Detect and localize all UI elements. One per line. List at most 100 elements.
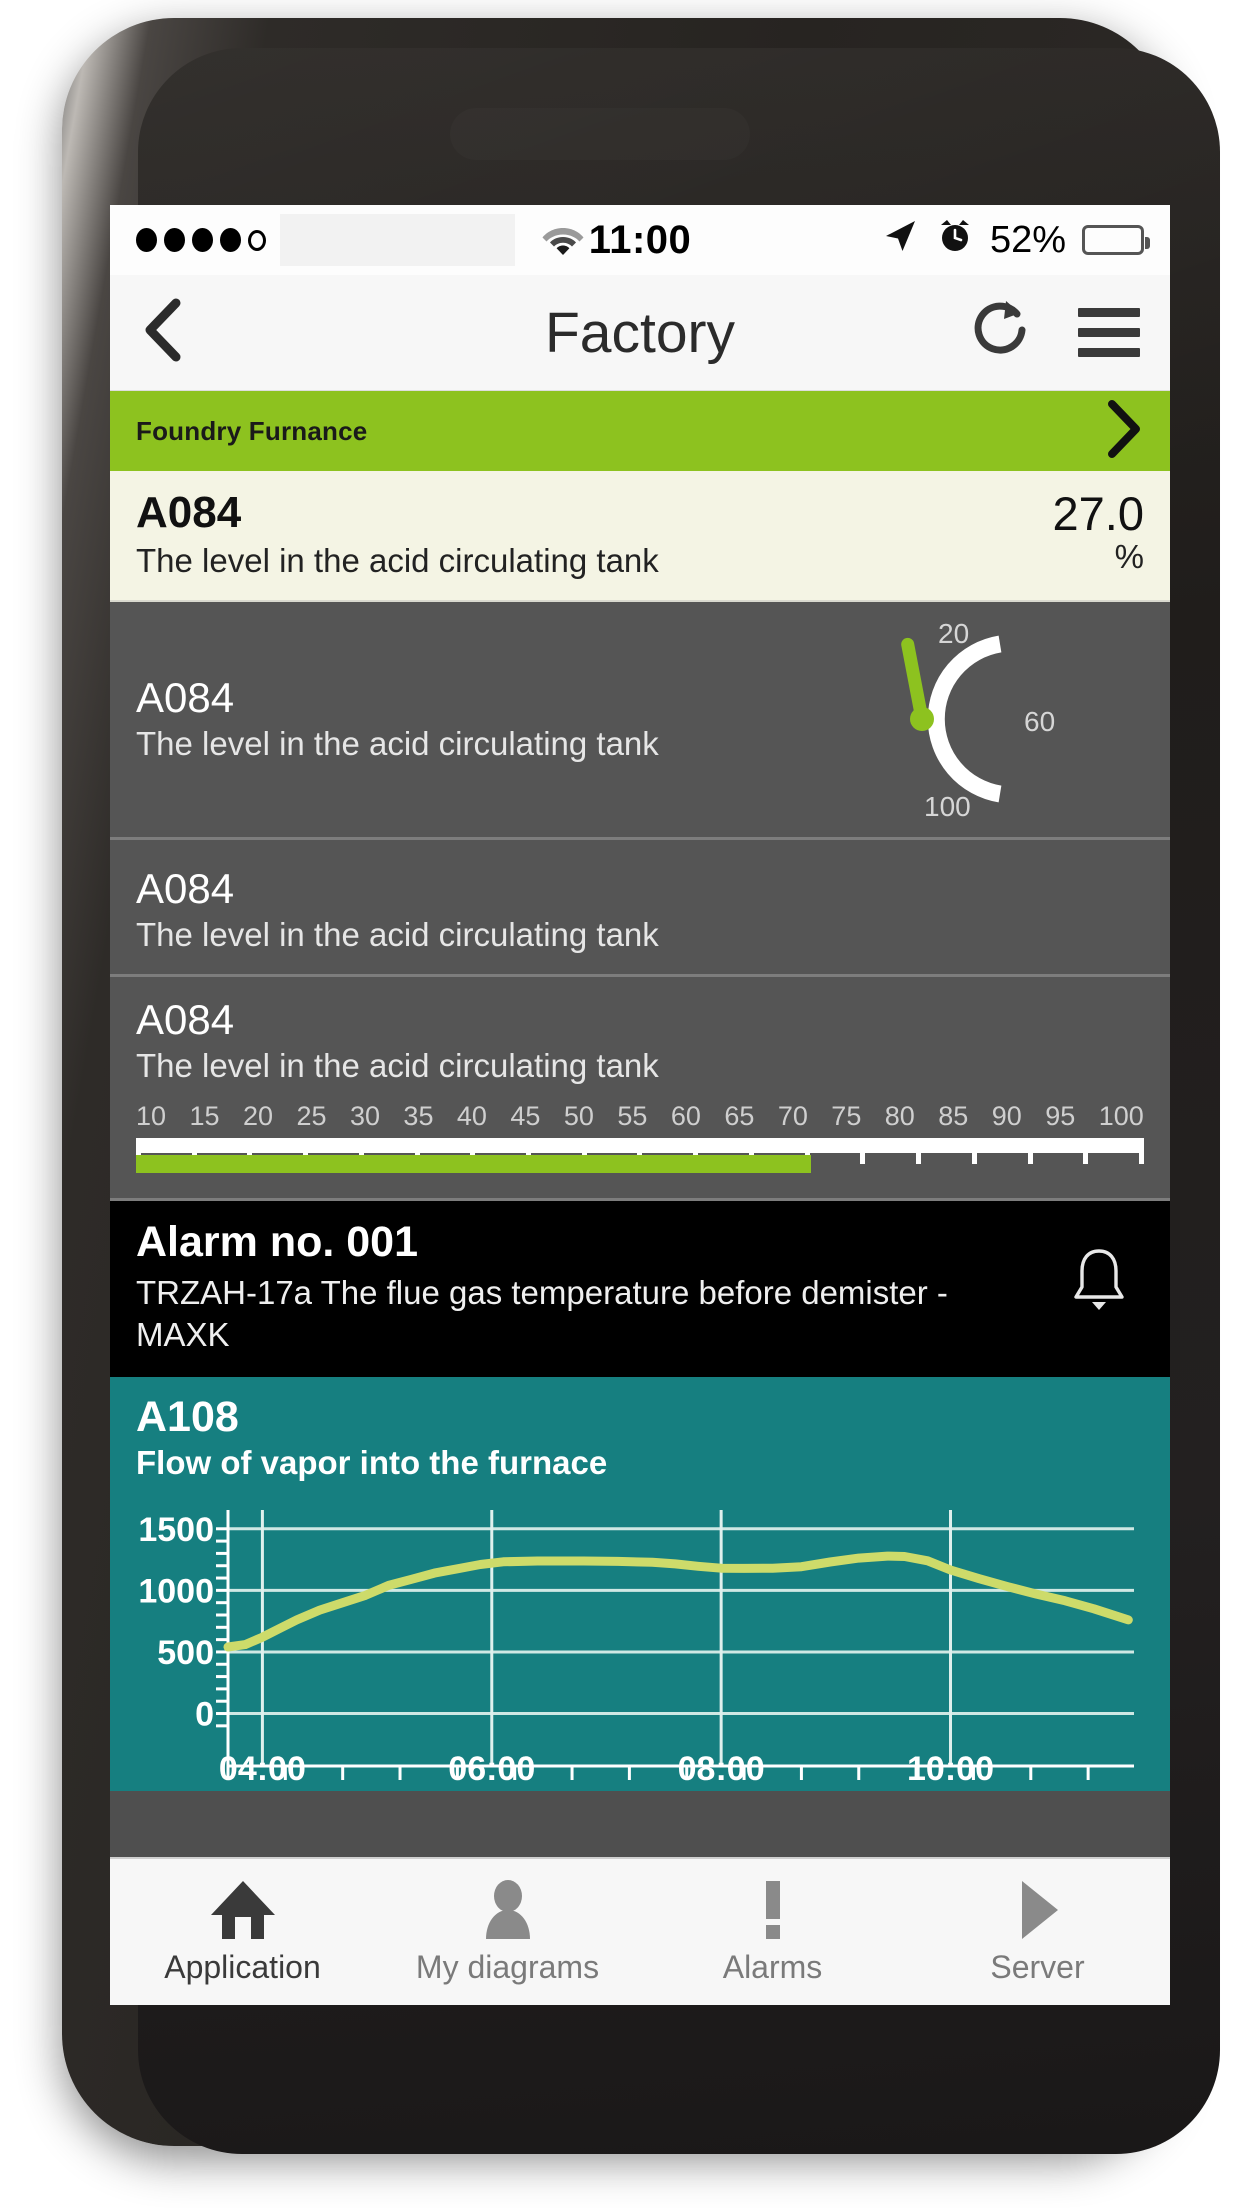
gauge-label-20: 20 — [938, 617, 970, 649]
navigation-bar: Factory — [110, 275, 1170, 391]
scale-tick: 40 — [456, 1100, 487, 1131]
tag-gauge-card-text: A084 The level in the acid circulating t… — [136, 673, 864, 763]
battery-percent-label: 52% — [989, 218, 1066, 261]
scale-tick-mark — [1083, 1137, 1089, 1164]
scale-tick-mark — [1027, 1137, 1033, 1164]
chevron-right-icon — [1104, 399, 1144, 463]
tab-server[interactable]: Server — [905, 1859, 1170, 2005]
tag-description: The level in the acid circulating tank — [136, 725, 659, 763]
chart-xtick-label: 10:00 — [907, 1750, 994, 1786]
scale-tick: 65 — [724, 1100, 755, 1131]
screenshot-stage: 11:00 52% Factory Foundry Furnance A084 … — [0, 0, 1242, 2208]
hamburger-menu-icon — [1078, 328, 1140, 337]
gauge-label-100: 100 — [924, 790, 971, 822]
scale-tick: 10 — [136, 1100, 167, 1131]
earpiece-speaker — [450, 108, 750, 160]
tag-code: A084 — [136, 864, 235, 912]
exclamation-icon — [760, 1879, 786, 1941]
tag-plain-card[interactable]: A084 The level in the acid circulating t… — [110, 839, 1170, 977]
gauge-svg — [901, 635, 1002, 802]
tab-label: My diagrams — [415, 1948, 600, 1985]
scale-tick: 45 — [510, 1100, 541, 1131]
back-button[interactable] — [140, 298, 200, 367]
status-bar-right-group: 52% — [880, 216, 1150, 265]
signal-strength-dots — [136, 228, 266, 252]
scale-fill-indicator — [136, 1154, 812, 1173]
content-scroll-area[interactable]: Foundry Furnance A084 The level in the a… — [110, 391, 1170, 1857]
trend-chart-card[interactable]: A108 Flow of vapor into the furnace 0 500… — [110, 1377, 1170, 1791]
group-header-foundry-furnance[interactable]: Foundry Furnance — [110, 391, 1170, 471]
group-header-label: Foundry Furnance — [136, 415, 368, 446]
scale-tick: 50 — [563, 1100, 594, 1131]
tag-code: A084 — [136, 673, 235, 721]
chevron-left-icon — [140, 298, 186, 367]
tag-code: A108 — [136, 1393, 239, 1442]
tag-value: 27.0 — [1052, 487, 1144, 540]
signal-dot-empty — [248, 229, 266, 251]
chart-xtick-label: 08:00 — [678, 1750, 765, 1786]
signal-dot — [136, 228, 157, 252]
refresh-icon — [970, 301, 1032, 367]
alarm-acknowledge-button[interactable] — [1054, 1219, 1144, 1320]
scale-tick: 75 — [831, 1100, 862, 1131]
tag-description: The level in the acid circulating tank — [136, 541, 659, 579]
signal-dot — [192, 228, 213, 252]
chart-xtick-label: 04:00 — [219, 1750, 306, 1786]
hamburger-menu-icon — [1078, 308, 1140, 317]
chart-ytick-label: 0 — [195, 1695, 214, 1733]
scale-tick-mark — [971, 1137, 977, 1164]
scale-tick: 20 — [242, 1100, 274, 1131]
refresh-button[interactable] — [970, 297, 1032, 368]
tab-alarms[interactable]: Alarms — [640, 1859, 905, 2005]
battery-icon — [1082, 225, 1150, 255]
chart-ytick-label: 1500 — [138, 1510, 214, 1548]
chart-ytick-label: 1000 — [138, 1572, 214, 1610]
scale-tick: 70 — [777, 1100, 808, 1131]
signal-dot — [164, 228, 185, 252]
scale-tick-mark — [1138, 1137, 1144, 1164]
scale-ruler — [136, 1137, 1144, 1164]
wifi-icon — [541, 222, 585, 258]
tag-unit: % — [1114, 538, 1144, 576]
scale-bar[interactable] — [136, 1137, 1144, 1173]
location-arrow-icon — [880, 216, 920, 265]
bell-icon — [1068, 1245, 1130, 1320]
bottom-tab-bar: Application My diagrams Alarms Server — [110, 1857, 1170, 2005]
scale-tick-labels: 10 15 20 25 30 35 40 45 50 55 60 65 70 75 80 85 90 95 100 — [136, 1101, 1144, 1132]
scale-tick-mark — [860, 1137, 866, 1164]
gauge-widget: 20 60 100 — [864, 618, 1114, 822]
scale-tick: 15 — [189, 1100, 220, 1131]
scale-tick: 60 — [670, 1100, 701, 1131]
phone-screen: 11:00 52% Factory Foundry Furnance A084 … — [110, 205, 1170, 2005]
tab-application[interactable]: Application — [110, 1859, 375, 2005]
scale-tick: 55 — [617, 1100, 648, 1131]
alarm-card[interactable]: Alarm no. 001 TRZAH-17a The flue gas tem… — [110, 1200, 1170, 1378]
status-bar: 11:00 52% — [110, 205, 1170, 275]
chart-xtick-label: 06:00 — [448, 1750, 535, 1786]
play-icon — [1012, 1879, 1064, 1941]
tag-code: A084 — [136, 995, 235, 1043]
tag-scale-card[interactable]: A084 The level in the acid circulating t… — [110, 976, 1170, 1201]
tag-description: The level in the acid circulating tank — [136, 1046, 659, 1084]
tag-description: The level in the acid circulating tank — [136, 915, 659, 953]
tag-gauge-card[interactable]: A084 The level in the acid circulating t… — [110, 601, 1170, 840]
navbar-actions — [970, 297, 1140, 368]
tab-label: Application — [164, 1948, 321, 1985]
gauge-label-60: 60 — [1024, 705, 1056, 737]
tab-label: Server — [990, 1948, 1085, 1985]
scale-tick: 85 — [938, 1100, 969, 1131]
tab-my-diagrams[interactable]: My diagrams — [375, 1859, 640, 2005]
tag-value-card-text: A084 The level in the acid circulating t… — [136, 489, 1037, 580]
tag-code: A084 — [136, 488, 242, 537]
tag-value-card[interactable]: A084 The level in the acid circulating t… — [110, 471, 1170, 602]
scale-tick: 25 — [296, 1100, 327, 1131]
menu-button[interactable] — [1078, 308, 1140, 357]
carrier-name-placeholder — [280, 214, 515, 266]
scale-tick: 80 — [884, 1100, 915, 1131]
alarm-card-text: Alarm no. 001 TRZAH-17a The flue gas tem… — [136, 1218, 1054, 1355]
tag-description: Flow of vapor into the furnace — [136, 1443, 608, 1481]
scale-tick: 90 — [991, 1100, 1022, 1131]
signal-dot — [220, 228, 241, 252]
scale-tick: 100 — [1098, 1100, 1144, 1131]
alarm-message: TRZAH-17a The flue gas temperature befor… — [136, 1274, 948, 1353]
